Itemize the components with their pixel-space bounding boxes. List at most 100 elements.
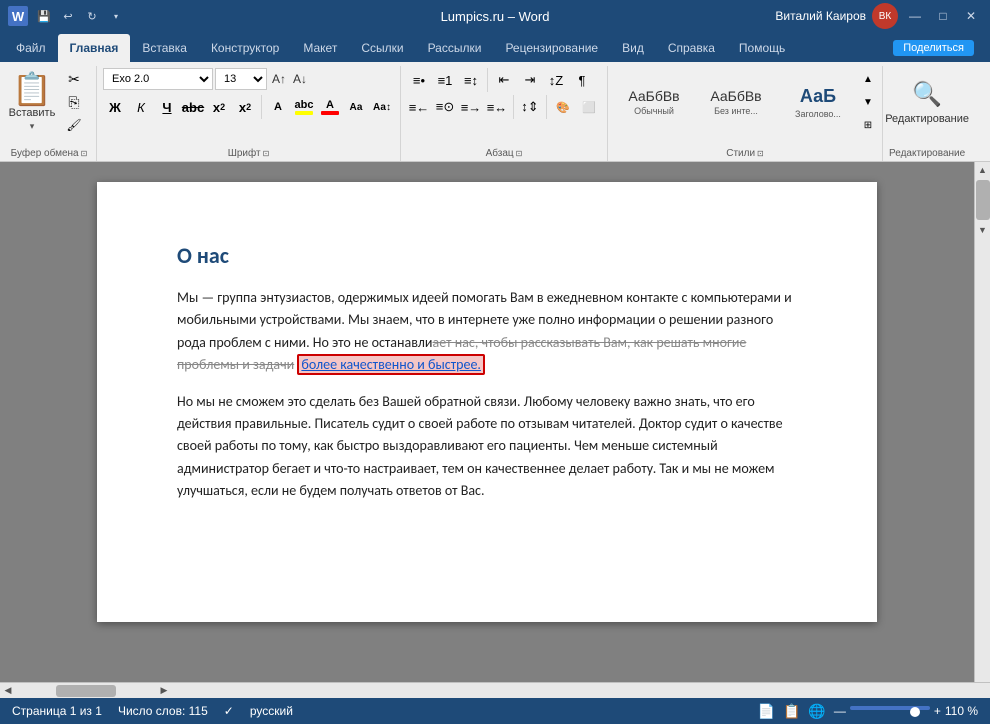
style-heading-label: Заголово... [795,109,841,119]
view-print-icon[interactable]: 📋 [783,703,800,720]
clipboard-small-buttons: ✂ ⎘ 🖌 [58,68,90,136]
redo-quick-btn[interactable]: ↻ [82,6,102,26]
show-hide-button[interactable]: ¶ [570,68,594,92]
bold-button[interactable]: Ж [103,95,127,119]
scroll-thumb[interactable] [976,180,990,220]
font-family-select[interactable]: Exo 2.0 [103,68,213,90]
font-size-increase-btn[interactable]: A↑ [269,68,289,90]
zoom-slider-container[interactable] [850,706,930,717]
paste-dropdown-icon: ▾ [30,121,35,132]
strikethrough-button[interactable]: abc [181,95,205,119]
zoom-in-btn[interactable]: + [934,704,941,718]
numbering-button[interactable]: ≡1 [433,68,457,92]
underline-button[interactable]: Ч [155,95,179,119]
style-normal-label: Обычный [634,106,674,116]
view-web-icon[interactable]: 🌐 [808,703,825,720]
paragraph-group: ≡• ≡1 ≡↕ ⇤ ⇥ ↕Z ¶ ≡← ≡⊙ ≡→ ≡↔ ↕⇕ 🎨 ⬜ [403,66,608,161]
tab-home[interactable]: Главная [58,34,131,62]
vertical-scrollbar[interactable]: ▲ ▼ [974,162,990,682]
tab-view[interactable]: Вид [610,34,656,62]
copy-button[interactable]: ⎘ [58,91,90,113]
shading-button[interactable]: 🎨 [551,95,575,119]
style-normal[interactable]: АаБбВв Обычный [614,68,694,136]
format-painter-button[interactable]: 🖌 [58,114,90,136]
tab-layout[interactable]: Макет [291,34,349,62]
align-left-button[interactable]: ≡← [407,95,431,119]
styles-expand[interactable]: ⊞ [860,114,876,136]
justify-button[interactable]: ≡↔ [485,95,509,119]
font-size-decrease-btn[interactable]: A↓ [290,68,310,90]
increase-indent-button[interactable]: ⇥ [518,68,542,92]
language-indicator[interactable]: русский [250,704,293,718]
italic-button[interactable]: К [129,95,153,119]
scroll-left-arrow[interactable]: ◀ [0,683,16,699]
horizontal-scrollbar[interactable]: ◀ ▶ [0,682,990,698]
clipboard-expand-icon[interactable]: ⊡ [81,149,88,158]
font-color-button[interactable]: A [318,95,342,119]
line-spacing-button[interactable]: ↕⇕ [518,95,542,119]
paste-icon: 📋 [12,73,52,105]
decrease-indent-button[interactable]: ⇤ [492,68,516,92]
paste-label: Вставить [9,107,56,119]
tab-review[interactable]: Рецензирование [493,34,610,62]
word-count[interactable]: Число слов: 115 [118,704,208,718]
customize-quick-btn[interactable]: ▾ [106,6,126,26]
page-count[interactable]: Страница 1 из 1 [12,704,102,718]
minimize-btn[interactable]: — [904,5,926,27]
bullets-button[interactable]: ≡• [407,68,431,92]
paste-button[interactable]: 📋 Вставить ▾ [8,68,56,136]
styles-scroll-up[interactable]: ▲ [860,68,876,90]
clear-format-button[interactable]: Аа [344,95,368,119]
sort-button[interactable]: ↕Z [544,68,568,92]
tab-mailings[interactable]: Рассылки [416,34,494,62]
tab-design[interactable]: Конструктор [199,34,291,62]
tab-share[interactable]: Поделиться [881,34,986,62]
tab-help[interactable]: Справка [656,34,727,62]
highlight-color-button[interactable]: аbc [292,95,316,119]
clipboard-content: 📋 Вставить ▾ ✂ ⎘ 🖌 [8,68,90,146]
editing-content: 🔍 Редактирование [892,68,962,146]
paragraph-expand-icon[interactable]: ⊡ [516,149,523,158]
font-row2: Ж К Ч abc x2 x2 A аbc A [103,95,394,119]
tab-help2[interactable]: Помощь [727,34,797,62]
cut-button[interactable]: ✂ [58,68,90,90]
scroll-up-arrow[interactable]: ▲ [975,162,990,178]
language-text: русский [250,704,293,718]
align-right-button[interactable]: ≡→ [459,95,483,119]
doc-main: О нас Мы — группа энтузиастов, одержимых… [0,162,974,682]
font-size-select[interactable]: 13 [215,68,267,90]
tab-file[interactable]: Файл [4,34,58,62]
sep3 [513,95,514,119]
align-center-button[interactable]: ≡⊙ [433,95,457,119]
text-effects-button[interactable]: A [266,95,290,119]
para-row1: ≡• ≡1 ≡↕ ⇤ ⇥ ↕Z ¶ [407,68,594,92]
superscript-button[interactable]: x2 [233,95,257,119]
font-expand-icon[interactable]: ⊡ [263,149,270,158]
multilevel-list-button[interactable]: ≡↕ [459,68,483,92]
subscript-button[interactable]: x2 [207,95,231,119]
styles-expand-icon[interactable]: ⊡ [757,149,764,158]
style-heading1[interactable]: АаБ Заголово... [778,68,858,136]
styles-scroll-down[interactable]: ▼ [860,91,876,113]
save-quick-btn[interactable]: 💾 [34,6,54,26]
undo-quick-btn[interactable]: ↩ [58,6,78,26]
view-read-icon[interactable]: 📄 [758,703,775,720]
scroll-down-arrow[interactable]: ▼ [975,222,990,238]
style-no-spacing[interactable]: АаБбВв Без инте... [696,68,776,136]
tab-insert[interactable]: Вставка [130,34,199,62]
title-bar-title: Lumpics.ru – Word [441,9,550,24]
proofing-icon[interactable]: ✓ [224,704,234,718]
tab-references[interactable]: Ссылки [349,34,415,62]
zoom-out-btn[interactable]: — [834,704,846,718]
scroll-right-arrow[interactable]: ▶ [156,683,172,699]
doc-paragraph1: Мы — группа энтузиастов, одержимых идеей… [177,287,797,377]
borders-button[interactable]: ⬜ [577,95,601,119]
ribbon: 📋 Вставить ▾ ✂ ⎘ 🖌 Буфер обмена ⊡ Exo 2.… [0,62,990,162]
text-direction-button[interactable]: Аа↕ [370,95,394,119]
editing-button[interactable]: 🔍 Редактирование [892,68,962,136]
restore-btn[interactable]: □ [932,5,954,27]
user-name: Виталий Каиров [775,9,866,23]
styles-list: АаБбВв Обычный АаБбВв Без инте... АаБ За… [614,68,858,136]
scroll-h-thumb[interactable] [56,685,116,697]
close-btn[interactable]: ✕ [960,5,982,27]
